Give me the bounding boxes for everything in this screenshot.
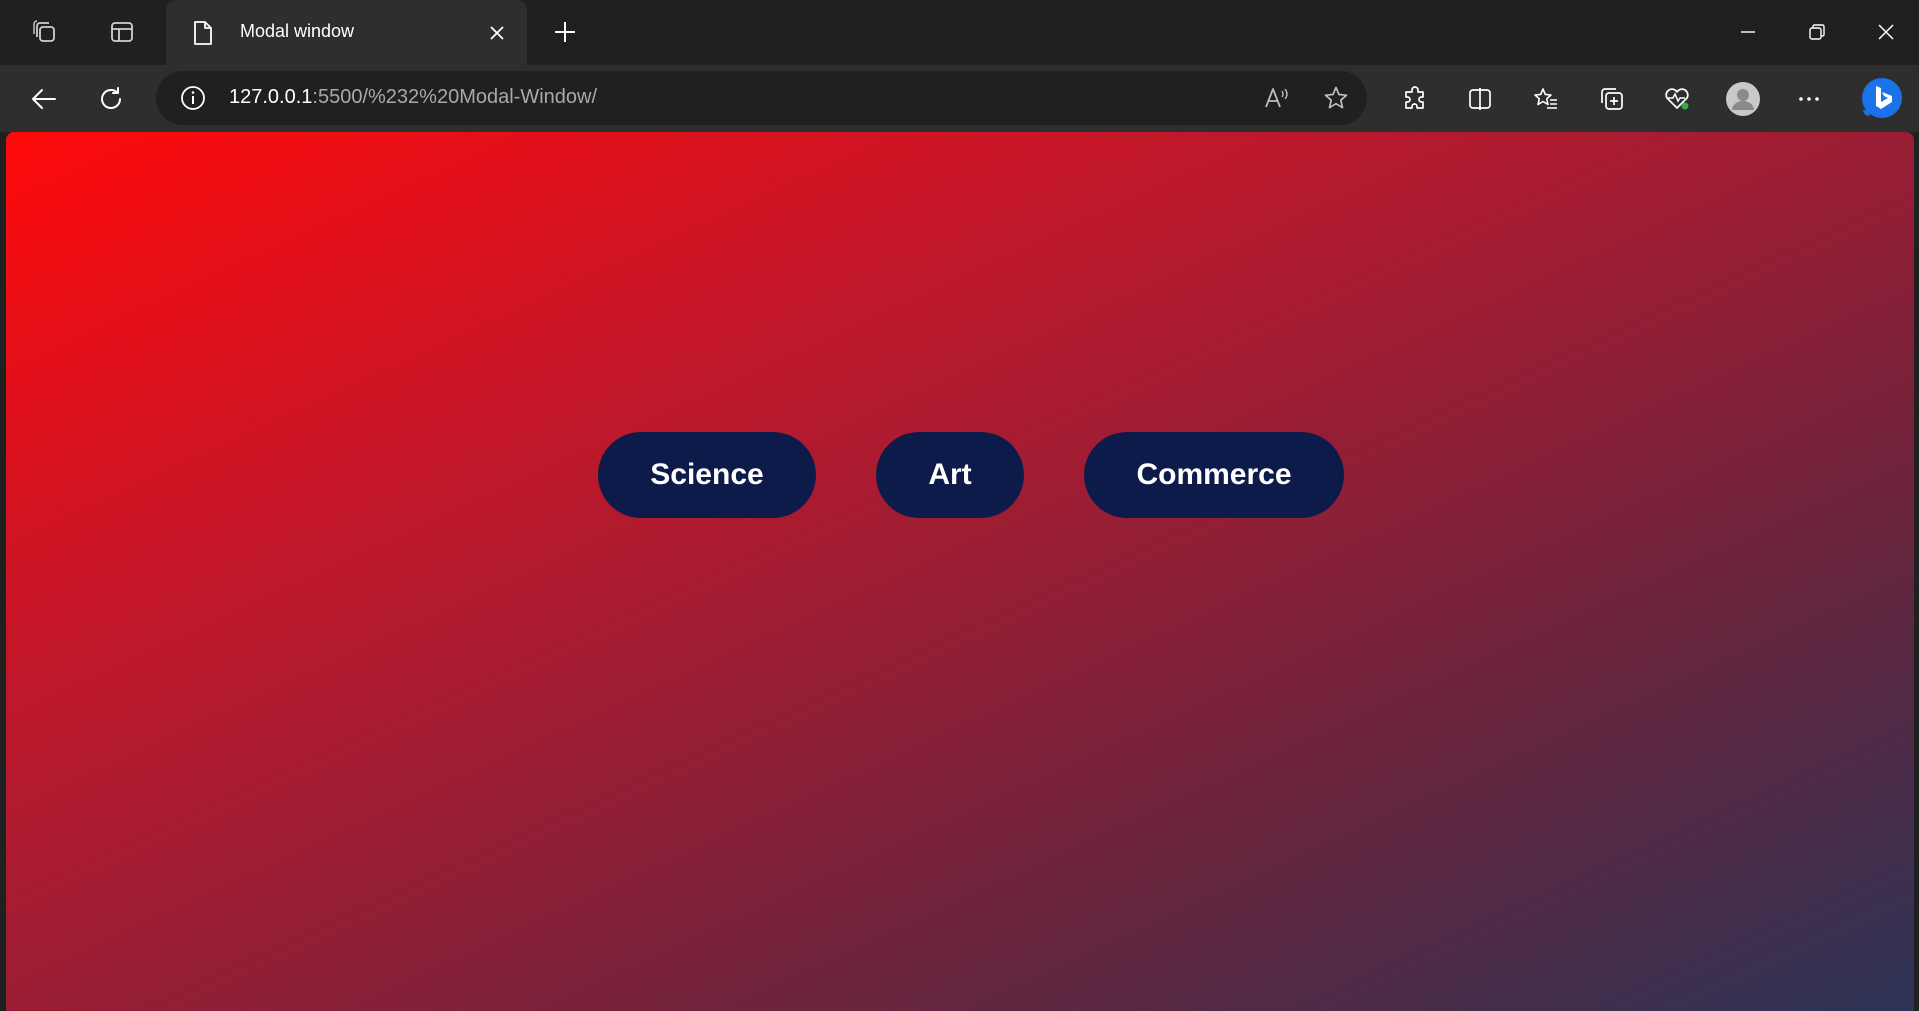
science-button[interactable]: Science [598,432,816,518]
close-window-icon[interactable] [1871,17,1901,47]
url-host: 127.0.0.1 [229,86,313,108]
back-icon[interactable] [27,82,61,116]
browser-toolbar: 127.0.0.1:5500/%232%20Modal-Window/ [0,65,1919,132]
restore-icon[interactable] [1802,17,1832,47]
page-icon [192,20,214,46]
tab-actions-icon[interactable] [108,18,136,46]
split-screen-icon[interactable] [1463,82,1497,116]
page-viewport: Science Art Commerce [6,132,1914,1011]
tab-strip: Modal window [0,0,1919,66]
favorites-icon[interactable] [1529,82,1563,116]
favorite-star-icon[interactable] [1322,84,1350,112]
minimize-icon[interactable] [1733,17,1763,47]
tab-modal-window[interactable]: Modal window [166,0,527,66]
subject-button-row: Science Art Commerce [6,432,1914,518]
refresh-icon[interactable] [94,82,128,116]
browser-essentials-icon[interactable] [1660,82,1694,116]
tab-title: Modal window [240,21,355,41]
tab-close-icon[interactable] [483,19,511,47]
address-bar[interactable]: 127.0.0.1:5500/%232%20Modal-Window/ [156,71,1367,125]
url-path: :5500/%232%20Modal-Window/ [312,86,598,108]
copilot-icon[interactable] [1859,75,1905,121]
site-info-icon[interactable] [180,85,206,111]
read-aloud-icon[interactable] [1262,84,1290,112]
art-button[interactable]: Art [876,432,1024,518]
url-text[interactable]: 127.0.0.1:5500/%232%20Modal-Window/ [229,86,597,109]
new-tab-button[interactable] [550,17,580,47]
commerce-button[interactable]: Commerce [1084,432,1344,518]
more-options-icon[interactable] [1792,82,1826,116]
profile-avatar[interactable] [1726,82,1760,116]
extensions-icon[interactable] [1398,82,1432,116]
workspaces-icon[interactable] [31,18,59,46]
collections-icon[interactable] [1595,82,1629,116]
